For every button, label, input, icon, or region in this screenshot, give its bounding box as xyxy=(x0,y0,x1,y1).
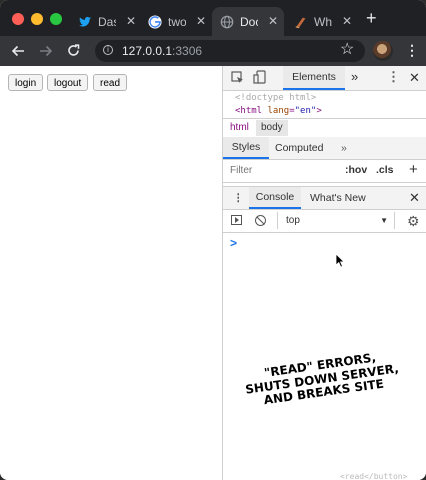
close-devtools-icon[interactable]: ✕ xyxy=(409,70,420,86)
logout-button[interactable]: logout xyxy=(47,74,89,91)
tab-styles[interactable]: Styles xyxy=(223,137,269,159)
context-selector[interactable]: top ▼ xyxy=(277,212,395,229)
more-tabs-icon[interactable]: » xyxy=(351,69,358,84)
devtools-top-bar: Elements » ⋮ ✕ xyxy=(223,66,426,91)
gear-icon[interactable]: ⚙ xyxy=(407,212,420,230)
bookmark-star-icon[interactable]: ☆ xyxy=(340,41,354,59)
styles-pane-tabs: Styles Computed » xyxy=(223,137,426,160)
devtools-menu-icon[interactable]: ⋮ xyxy=(387,69,400,85)
html-attr-name: lang xyxy=(267,106,290,116)
tab-computed[interactable]: Computed xyxy=(275,137,323,159)
styles-filter-input[interactable] xyxy=(227,162,341,179)
tab-title: Doc xyxy=(240,14,258,29)
crumb-html[interactable]: html xyxy=(225,120,254,136)
console-toolbar: top ▼ ⚙ xyxy=(223,210,426,233)
doctype-node[interactable]: <!doctype html> xyxy=(235,93,316,103)
tab-strip: Das ✕ two ✕ Doc ✕ Wh xyxy=(0,0,426,36)
drawer-menu-icon[interactable]: ⋮ xyxy=(233,187,244,209)
device-toolbar-icon[interactable] xyxy=(253,70,266,85)
caret-down-icon: ▼ xyxy=(380,216,388,225)
browser-window: Das ✕ two ✕ Doc ✕ Wh xyxy=(0,0,426,480)
browser-tab-active[interactable]: Doc ✕ xyxy=(212,7,284,36)
crumb-body[interactable]: body xyxy=(256,120,288,136)
class-toggle[interactable]: .cls xyxy=(376,164,394,176)
page-viewport: login logout read xyxy=(0,66,222,480)
minimize-window-button[interactable] xyxy=(31,13,43,25)
new-tab-button[interactable]: + xyxy=(366,9,377,27)
login-button[interactable]: login xyxy=(8,74,44,91)
browser-tab[interactable]: Das ✕ xyxy=(72,7,142,36)
scroll-icon xyxy=(295,17,306,28)
mouse-pointer-icon xyxy=(335,253,345,268)
tab-console[interactable]: Console xyxy=(249,187,301,209)
close-tab-icon[interactable]: ✕ xyxy=(196,14,206,28)
menu-kebab-icon[interactable]: ⋮ xyxy=(405,40,419,60)
tab-title: Wh xyxy=(314,14,332,29)
devtools-panel: Elements » ⋮ ✕ <!doctype html> <html lan… xyxy=(222,66,426,480)
back-arrow-icon[interactable] xyxy=(11,44,25,58)
tab-title: two xyxy=(168,14,186,29)
close-drawer-icon[interactable]: ✕ xyxy=(409,187,420,209)
url-text: 127.0.0.1:3306 xyxy=(122,40,202,62)
globe-icon xyxy=(220,15,234,28)
tab-elements[interactable]: Elements xyxy=(283,66,345,90)
new-style-rule-button[interactable]: + xyxy=(409,160,418,180)
forward-arrow-icon[interactable] xyxy=(39,44,53,58)
close-tab-icon[interactable]: ✕ xyxy=(268,14,278,28)
close-tab-icon[interactable]: ✕ xyxy=(126,14,136,28)
browser-tab[interactable]: two ✕ xyxy=(142,7,212,36)
browser-toolbar: i 127.0.0.1:3306 ☆ ⋮ xyxy=(0,36,426,66)
more-panes-icon[interactable]: » xyxy=(341,137,347,159)
console-prompt[interactable]: > xyxy=(230,236,237,250)
url-host: 127.0.0.1 xyxy=(122,44,173,58)
twitter-bird-icon xyxy=(78,16,92,27)
google-g-icon xyxy=(148,14,162,29)
context-label: top xyxy=(286,215,300,226)
html-tag-close: > xyxy=(316,106,322,116)
html-node[interactable]: <html lang="en"> xyxy=(235,106,322,116)
browser-tab[interactable]: Wh ✕ xyxy=(288,7,358,36)
tab-title: Das xyxy=(98,14,116,29)
drawer-tabs: ⋮ Console What's New ✕ xyxy=(223,186,426,210)
hover-state-toggle[interactable]: :hov xyxy=(345,164,367,176)
tab-whats-new[interactable]: What's New xyxy=(310,187,366,209)
html-attr-value: "en" xyxy=(294,106,317,116)
clear-console-icon[interactable] xyxy=(255,215,266,226)
styles-filter-row: :hov .cls + xyxy=(223,160,426,183)
maximize-window-button[interactable] xyxy=(50,13,62,25)
profile-avatar[interactable] xyxy=(373,41,393,61)
html-tag-open: <html xyxy=(235,106,263,116)
close-window-button[interactable] xyxy=(12,13,24,25)
url-port: :3306 xyxy=(172,44,203,58)
read-button[interactable]: read xyxy=(93,74,128,91)
inspect-element-icon[interactable] xyxy=(231,71,244,84)
partial-code-text: <read</button> xyxy=(340,472,408,480)
breadcrumb: html body xyxy=(223,118,426,138)
reload-icon[interactable] xyxy=(66,43,81,58)
address-bar[interactable]: i 127.0.0.1:3306 xyxy=(95,40,365,62)
close-tab-icon[interactable]: ✕ xyxy=(342,14,352,28)
elements-tree: <!doctype html> <html lang="en"> xyxy=(223,91,426,121)
console-sidebar-icon[interactable] xyxy=(231,215,242,225)
site-info-icon[interactable]: i xyxy=(103,45,113,55)
